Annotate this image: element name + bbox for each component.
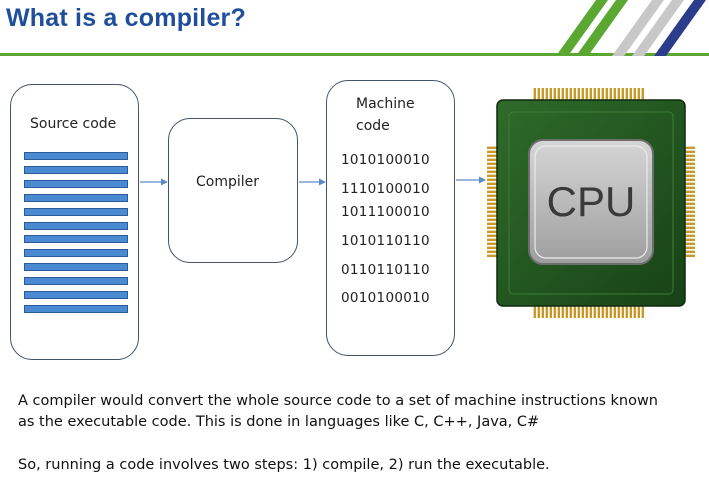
source-code-line bbox=[24, 235, 128, 244]
source-code-line bbox=[24, 221, 128, 230]
description-line-2: as the executable code. This is done in … bbox=[18, 414, 540, 430]
source-code-line bbox=[24, 304, 128, 313]
source-code-line bbox=[24, 277, 128, 286]
source-code-line bbox=[24, 152, 128, 160]
machine-code-line: 1110100010 bbox=[341, 181, 430, 197]
arrow-compiler-to-machine-code bbox=[299, 178, 326, 186]
machine-code-label-line2: code bbox=[356, 118, 390, 134]
arrow-machine-code-to-cpu bbox=[456, 176, 486, 184]
corner-stripes-decoration bbox=[556, 0, 706, 56]
machine-code-line: 0010100010 bbox=[341, 290, 430, 306]
source-code-line bbox=[24, 165, 128, 174]
source-code-line bbox=[24, 291, 128, 299]
compiler-box bbox=[168, 118, 298, 263]
machine-code-line: 0110110110 bbox=[341, 262, 430, 278]
cpu-chip-icon: CPU bbox=[487, 88, 695, 318]
source-code-line bbox=[24, 193, 128, 202]
slide-title: What is a compiler? bbox=[6, 4, 246, 32]
description-line-1: A compiler would convert the whole sourc… bbox=[18, 393, 658, 409]
source-code-line bbox=[24, 249, 128, 258]
machine-code-line: 1011100010 bbox=[341, 204, 430, 220]
source-code-line bbox=[24, 179, 128, 188]
source-code-line bbox=[24, 207, 128, 216]
compiler-label: Compiler bbox=[196, 174, 260, 190]
cpu-label: CPU bbox=[547, 178, 636, 225]
machine-code-label-line1: Machine bbox=[356, 96, 415, 112]
source-code-line bbox=[24, 263, 128, 272]
source-code-label: Source code bbox=[30, 116, 117, 132]
arrow-source-to-compiler bbox=[140, 178, 168, 186]
machine-code-line: 1010110110 bbox=[341, 233, 430, 249]
machine-code-line: 1010100010 bbox=[341, 152, 430, 168]
description-line-3: So, running a code involves two steps: 1… bbox=[18, 457, 550, 473]
